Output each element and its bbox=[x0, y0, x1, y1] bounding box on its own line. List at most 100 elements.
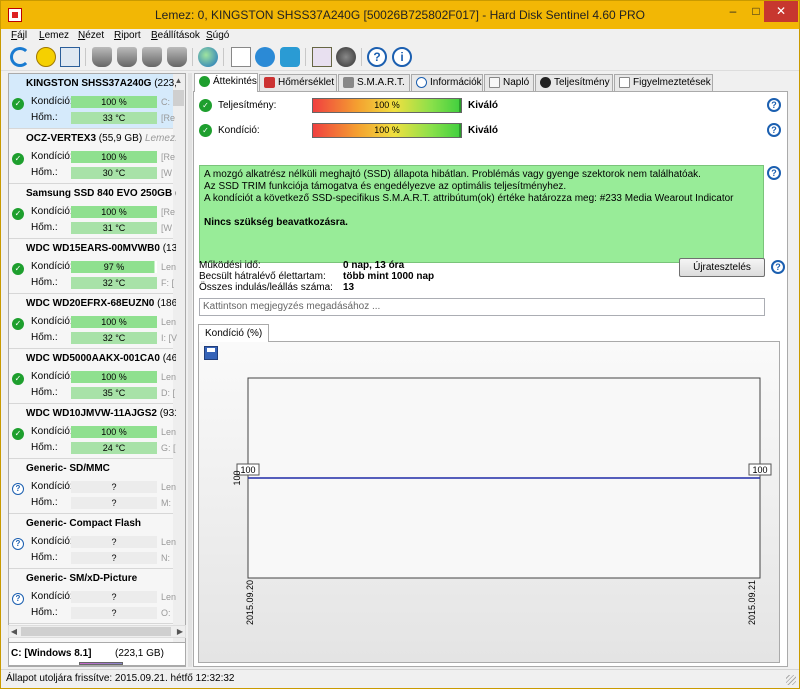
disk-model: OCZ-VERTEX3 bbox=[26, 133, 97, 144]
menu-help[interactable]: Súgó bbox=[206, 29, 229, 43]
scroll-left-icon[interactable]: ◀ bbox=[9, 626, 19, 637]
note-input[interactable]: Kattintson megjegyzés megadásához ... bbox=[199, 298, 765, 316]
unknown-status-icon: ? bbox=[12, 538, 24, 550]
tools-icon[interactable] bbox=[336, 47, 356, 67]
disk-icon[interactable] bbox=[92, 47, 112, 67]
tab-log[interactable]: Napló bbox=[484, 74, 534, 91]
tab-label: S.M.A.R.T. bbox=[357, 77, 405, 88]
disk-item[interactable]: OCZ-VERTEX3 (55,9 GB) Lemez: ?✓Kondíció:… bbox=[9, 129, 176, 184]
menu-file[interactable]: Fájl bbox=[11, 29, 27, 43]
partition-name: C: [Windows 8.1] bbox=[11, 648, 92, 659]
scroll-thumb[interactable] bbox=[21, 627, 171, 636]
drive-letter: Len bbox=[161, 537, 177, 547]
mail-icon[interactable] bbox=[60, 47, 80, 67]
help-icon[interactable]: ? bbox=[771, 260, 785, 274]
sync-icon[interactable] bbox=[255, 47, 275, 67]
warning-icon bbox=[619, 77, 630, 88]
title-bar: Lemez: 0, KINGSTON SHSS37A240G [50026B72… bbox=[1, 1, 799, 29]
disk-item[interactable]: WDC WD20EFRX-68EUZN0 (1863,✓Kondíció:100… bbox=[9, 294, 177, 349]
report-icon[interactable] bbox=[231, 47, 251, 67]
disk-icon[interactable] bbox=[142, 47, 162, 67]
disk-model: Generic- SD/MMC bbox=[26, 463, 110, 474]
partition-item[interactable]: C: [Windows 8.1] (223,1 GB) bbox=[8, 642, 186, 666]
temperature-value: 30 °C bbox=[71, 167, 157, 179]
sync-icon[interactable] bbox=[280, 47, 300, 67]
globe-icon[interactable] bbox=[198, 47, 218, 67]
tab-temperature[interactable]: Hőmérséklet bbox=[259, 74, 337, 91]
data-label: 100 bbox=[240, 465, 255, 475]
tab-performance[interactable]: Teljesítmény bbox=[535, 74, 613, 91]
performance-icon bbox=[540, 77, 551, 88]
help-icon[interactable]: ? bbox=[767, 98, 781, 112]
temperature-label: Hőm.: bbox=[31, 112, 58, 123]
message-recommendation: Nincs szükség beavatkozásra. bbox=[204, 217, 348, 228]
retest-button[interactable]: Újratesztelés bbox=[679, 258, 765, 277]
tab-smart[interactable]: S.M.A.R.T. bbox=[338, 74, 410, 91]
disk-item[interactable]: Samsung SSD 840 EVO 250GB (23✓Kondíció:1… bbox=[9, 184, 176, 239]
temperature-label: Hőm.: bbox=[31, 387, 58, 398]
help-icon[interactable]: ? bbox=[767, 123, 781, 137]
drive-letter: O: bbox=[161, 608, 171, 618]
condition-label: Kondíció: bbox=[31, 426, 73, 437]
close-button[interactable]: ✕ bbox=[764, 1, 798, 22]
scroll-right-icon[interactable]: ▶ bbox=[175, 626, 185, 637]
disk-item[interactable]: Generic- SD/MMC ? Kondíció:? Len Hőm.:? M: bbox=[9, 459, 176, 514]
help-icon[interactable]: ? bbox=[367, 47, 387, 67]
disk-model: WDC WD15EARS-00MVWB0 bbox=[26, 243, 160, 254]
disk-name: KINGSTON SHSS37A240G (223,6 bbox=[26, 78, 176, 89]
drive-letter: [W bbox=[161, 168, 172, 178]
benchmark-icon[interactable] bbox=[312, 47, 332, 67]
drive-letter: C: bbox=[161, 97, 170, 107]
disk-icon[interactable] bbox=[117, 47, 137, 67]
menu-view[interactable]: Nézet bbox=[78, 29, 104, 43]
disk-item[interactable]: KINGSTON SHSS37A240G (223,6✓Kondíció:100… bbox=[9, 74, 176, 129]
refresh-icon[interactable] bbox=[10, 47, 30, 67]
info-icon[interactable]: i bbox=[392, 47, 412, 67]
drive-letter: Len bbox=[161, 317, 177, 327]
alert-icon[interactable] bbox=[36, 47, 56, 67]
temperature-label: Hőm.: bbox=[31, 222, 58, 233]
disk-item[interactable]: Generic- Compact Flash ? Kondíció:? Len Hőm… bbox=[9, 514, 177, 569]
partition-usage-bar bbox=[79, 662, 123, 665]
check-icon: ✓ bbox=[199, 124, 212, 137]
performance-label: Teljesítmény: bbox=[218, 100, 277, 111]
y-tick-label: 100 bbox=[232, 470, 242, 485]
condition-label: Kondíció: bbox=[31, 206, 73, 217]
resize-grip-icon[interactable] bbox=[786, 675, 796, 685]
condition-label: Kondíció: bbox=[31, 481, 73, 492]
check-icon: ✓ bbox=[12, 263, 24, 275]
menu-report[interactable]: Riport bbox=[114, 29, 141, 43]
drive-letter: D: [ bbox=[161, 388, 176, 398]
condition-value: ? bbox=[71, 591, 157, 603]
condition-value: 97 % bbox=[71, 261, 157, 273]
scroll-thumb[interactable] bbox=[173, 90, 184, 106]
disk-icon[interactable] bbox=[167, 47, 187, 67]
uptime-value: 0 nap, 13 óra bbox=[343, 260, 405, 271]
disk-item[interactable]: Generic- SM/xD-Picture ? Kondíció:? Len Hőm… bbox=[9, 569, 176, 624]
tab-alerts[interactable]: Figyelmeztetések bbox=[614, 74, 713, 91]
tab-information[interactable]: Információk bbox=[411, 74, 483, 91]
disk-item[interactable]: WDC WD10JMVW-11AJGS2 (931,✓Kondíció:100 … bbox=[9, 404, 176, 459]
condition-value: ? bbox=[71, 481, 157, 493]
disk-item[interactable]: WDC WD15EARS-00MVWB0 (139✓Kondíció:97 %L… bbox=[9, 239, 176, 294]
disk-model: Samsung SSD 840 EVO 250GB bbox=[26, 188, 173, 199]
menu-settings[interactable]: Beállítások bbox=[151, 29, 200, 43]
drive-letter: M: bbox=[161, 498, 171, 508]
condition-label: Kondíció: bbox=[218, 125, 260, 136]
horizontal-scrollbar[interactable]: ◀ ▶ bbox=[8, 625, 186, 638]
disk-item[interactable]: WDC WD5000AAKX-001CA0 (465✓Kondíció:100 … bbox=[9, 349, 176, 404]
condition-label: Kondíció: bbox=[31, 261, 73, 272]
overview-content: ✓ Teljesítmény: 100 % Kiváló ? ✓ Kondíci… bbox=[193, 91, 788, 667]
tab-condition-chart[interactable]: Kondíció (%) bbox=[198, 324, 270, 342]
message-line: A kondíciót a következő SSD-specifikus S… bbox=[204, 193, 734, 204]
temperature-value: 24 °C bbox=[71, 442, 157, 454]
disk-size: (465 bbox=[162, 353, 176, 364]
menu-disk[interactable]: Lemez bbox=[39, 29, 69, 43]
performance-value: 100 % bbox=[374, 100, 400, 110]
tab-label: Hőmérséklet bbox=[278, 77, 335, 88]
condition-label: Kondíció: bbox=[31, 536, 73, 547]
check-icon: ✓ bbox=[12, 153, 24, 165]
panel-splitter[interactable] bbox=[188, 73, 192, 667]
help-icon[interactable]: ? bbox=[767, 166, 781, 180]
tab-overview[interactable]: Áttekintés bbox=[194, 73, 258, 92]
